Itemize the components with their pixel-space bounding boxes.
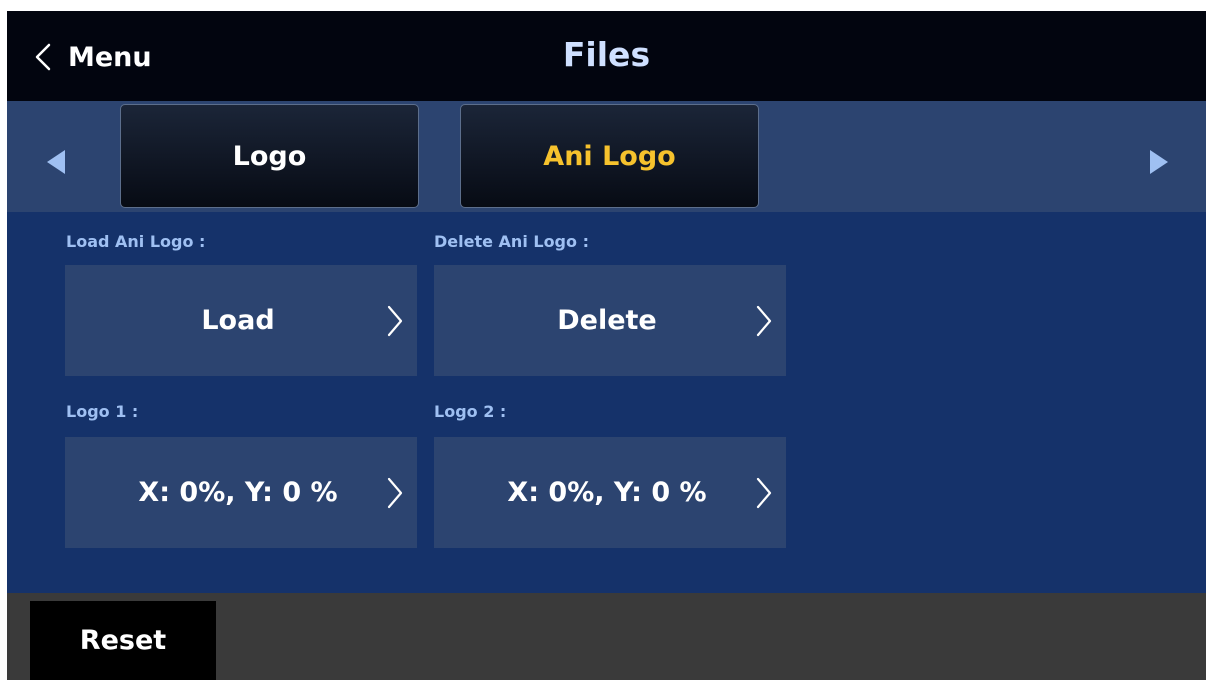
logo-1-position-value: X: 0%, Y: 0 % xyxy=(138,477,338,508)
chevron-right-icon xyxy=(756,305,772,337)
chevron-right-icon xyxy=(756,477,772,509)
prev-tab-arrow-icon[interactable] xyxy=(45,148,67,176)
files-screen: Menu Files Logo Ani Logo Load Ani Logo :… xyxy=(7,11,1206,680)
logo-1-position-button[interactable]: X: 0%, Y: 0 % xyxy=(65,437,417,548)
chevron-right-icon xyxy=(387,305,403,337)
logo-2-label: Logo 2 : xyxy=(434,402,507,421)
delete-ani-logo-button[interactable]: Delete xyxy=(434,265,786,376)
footer-bar: Reset xyxy=(7,593,1206,680)
logo-2-position-button[interactable]: X: 0%, Y: 0 % xyxy=(434,437,786,548)
tab-ani-logo[interactable]: Ani Logo xyxy=(460,104,759,208)
next-tab-arrow-icon[interactable] xyxy=(1148,148,1170,176)
chevron-right-icon xyxy=(387,477,403,509)
tab-logo[interactable]: Logo xyxy=(120,104,419,208)
load-ani-logo-button[interactable]: Load xyxy=(65,265,417,376)
logo-1-label: Logo 1 : xyxy=(66,402,139,421)
load-ani-logo-value: Load xyxy=(201,305,275,336)
delete-ani-logo-label: Delete Ani Logo : xyxy=(434,232,589,251)
delete-ani-logo-value: Delete xyxy=(557,305,657,336)
header-bar: Menu Files xyxy=(7,11,1206,101)
reset-button[interactable]: Reset xyxy=(30,601,216,680)
tab-strip: Logo Ani Logo xyxy=(7,101,1206,212)
page-title: Files xyxy=(562,35,651,74)
logo-2-position-value: X: 0%, Y: 0 % xyxy=(507,477,707,508)
load-ani-logo-label: Load Ani Logo : xyxy=(66,232,206,251)
